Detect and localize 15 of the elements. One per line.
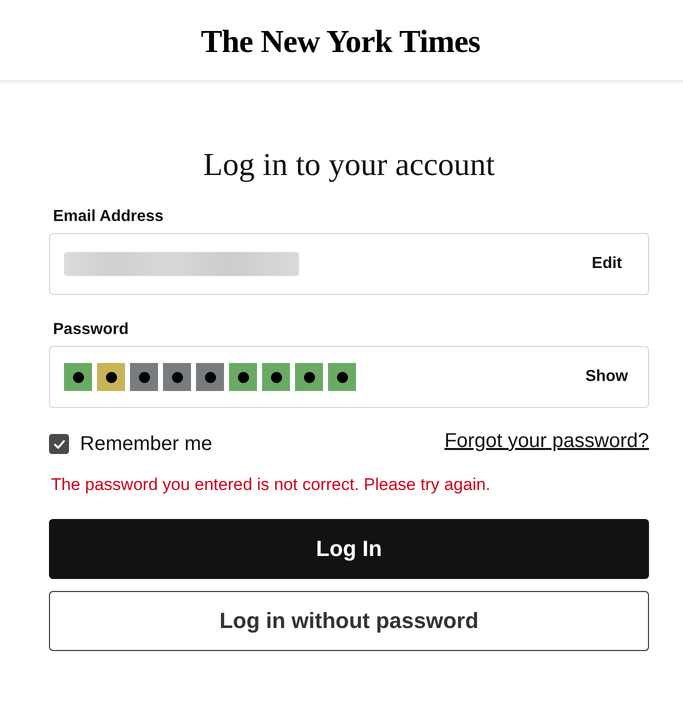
passwordless-login-button[interactable]: Log in without password [49, 591, 649, 651]
checkmark-icon [54, 440, 64, 448]
forgot-password-link[interactable]: Forgot your password? [444, 429, 649, 453]
show-password-button[interactable]: Show [579, 364, 634, 390]
checkbox-label: Remember me [80, 432, 212, 456]
logo-wordmark[interactable]: The New York Times [200, 23, 480, 59]
error-message: The password you entered is not correct. Please try again. [51, 475, 492, 495]
field-label: Email Address [53, 207, 164, 227]
page-title: Log in to your account [203, 146, 495, 182]
edit-button[interactable]: Edit [586, 251, 628, 277]
log-in-button[interactable]: Log In [49, 519, 649, 579]
field-label: Password [53, 320, 129, 340]
remember-checkbox[interactable] [49, 434, 69, 454]
password-field[interactable]: Show [49, 346, 649, 408]
email-field[interactable]: Edit [49, 233, 649, 295]
